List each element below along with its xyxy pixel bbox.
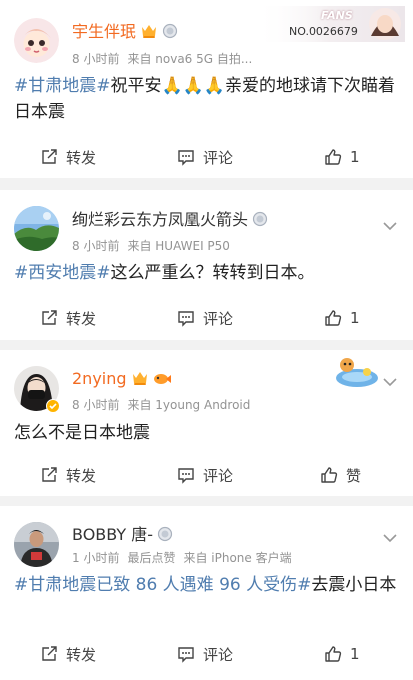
fans-label: FANS: [321, 9, 353, 22]
comment-icon: [178, 468, 194, 484]
comment-icon: [178, 150, 194, 166]
like-count: 1: [350, 148, 360, 166]
avatar[interactable]: [14, 206, 59, 251]
avatar[interactable]: [14, 522, 59, 567]
username-text[interactable]: 绚烂彩云东方凤凰火箭头: [72, 210, 248, 229]
post-card: BOBBY 唐- 1 小时前 最后点赞 来自 iPhone 客户端 #甘肃地震已致 …: [0, 506, 413, 680]
action-bar: 转发 评论 赞: [0, 463, 413, 487]
post-time: 8 小时前: [72, 52, 120, 66]
post-card: 2nying 8 小时前来自 1young Android 怎么不是日本地震: [0, 350, 413, 496]
repost-label: 转发: [66, 466, 97, 485]
post-last-like: 最后点赞: [127, 551, 176, 565]
sticker-decoration[interactable]: [333, 352, 379, 394]
username[interactable]: 绚烂彩云东方凤凰火箭头: [72, 210, 268, 232]
weibo-comment-feed: 宇生伴珉 8 小时前 来自 nova6 5G 自拍... FANS NO.002…: [0, 0, 413, 680]
like-icon: [321, 467, 338, 483]
post-source: 来自 iPhone 客户端: [183, 551, 292, 565]
like-count: 1: [350, 309, 360, 327]
comment-label: 评论: [203, 148, 234, 167]
vip-badge-icon: [131, 370, 149, 391]
post-text: 这么严重么？转转到日本。: [110, 263, 315, 283]
repost-icon: [42, 467, 57, 482]
username-text[interactable]: 2nying: [72, 369, 127, 388]
action-bar: 转发 评论 1: [0, 306, 413, 330]
avatar[interactable]: [14, 18, 59, 63]
username[interactable]: BOBBY 唐-: [72, 525, 173, 547]
fans-number: NO.0026679: [289, 25, 358, 38]
like-count: 1: [350, 645, 360, 663]
post-time: 8 小时前: [72, 239, 120, 253]
medal-icon: [157, 526, 173, 547]
like-icon: [325, 646, 342, 662]
like-label: 赞: [346, 466, 362, 485]
comment-icon: [178, 647, 194, 663]
username-text[interactable]: 宇生伴珉: [72, 22, 136, 41]
comment-icon: [178, 311, 194, 327]
topic-hashtag[interactable]: #西安地震#: [14, 263, 111, 283]
post-time: 8 小时前: [72, 398, 120, 412]
username-text[interactable]: BOBBY 唐-: [72, 525, 153, 544]
post-meta: 8 小时前 来自 nova6 5G 自拍...: [72, 51, 252, 67]
username[interactable]: 宇生伴珉: [72, 22, 178, 44]
comment-button[interactable]: 评论: [177, 642, 233, 666]
post-source: 来自 1young Android: [127, 398, 251, 412]
like-button[interactable]: 1: [324, 306, 360, 330]
comment-label: 评论: [203, 645, 234, 664]
comment-button[interactable]: 评论: [177, 463, 233, 487]
post-body: #甘肃地震#祝平安🙏🙏🙏亲爱的地球请下次瞄着日本震: [14, 73, 401, 125]
comment-button[interactable]: 评论: [177, 145, 233, 169]
post-card: 宇生伴珉 8 小时前 来自 nova6 5G 自拍... FANS NO.002…: [0, 0, 413, 178]
repost-button[interactable]: 转发: [40, 306, 96, 330]
comment-label: 评论: [203, 309, 234, 328]
topic-hashtag[interactable]: #甘肃地震#: [14, 76, 111, 96]
comment-label: 评论: [203, 466, 234, 485]
like-button[interactable]: 赞: [320, 463, 361, 487]
repost-label: 转发: [66, 309, 97, 328]
post-meta: 1 小时前 最后点赞 来自 iPhone 客户端: [72, 550, 292, 566]
chevron-down-icon[interactable]: [383, 216, 397, 235]
medal-icon: [162, 23, 178, 44]
topic-hashtag[interactable]: #甘肃地震已致 86 人遇难 96 人受伤#: [14, 575, 311, 595]
post-source: 来自 HUAWEI P50: [127, 239, 230, 253]
repost-button[interactable]: 转发: [40, 463, 96, 487]
repost-label: 转发: [66, 148, 97, 167]
post-body: #西安地震#这么严重么？转转到日本。: [14, 260, 401, 286]
chevron-down-icon[interactable]: [383, 372, 397, 391]
vip-badge-icon: [140, 23, 158, 44]
comment-button[interactable]: 评论: [177, 306, 233, 330]
repost-icon: [42, 149, 57, 164]
like-icon: [325, 149, 342, 165]
verified-badge-icon: [46, 398, 60, 417]
fans-card-decoration[interactable]: FANS NO.0026679: [255, 4, 405, 44]
post-meta: 8 小时前 来自 HUAWEI P50: [72, 238, 230, 254]
like-button[interactable]: 1: [324, 642, 360, 666]
post-body: #甘肃地震已致 86 人遇难 96 人受伤#去震小日本: [14, 572, 401, 598]
repost-button[interactable]: 转发: [40, 145, 96, 169]
repost-icon: [42, 310, 57, 325]
action-bar: 转发 评论 1: [0, 642, 413, 666]
like-icon: [325, 310, 342, 326]
repost-label: 转发: [66, 645, 97, 664]
fish-badge-icon: [153, 371, 171, 391]
post-card: 绚烂彩云东方凤凰火箭头 8 小时前 来自 HUAWEI P50 #西安地震#这么严…: [0, 190, 413, 340]
post-body: 怎么不是日本地震: [14, 420, 401, 446]
repost-button[interactable]: 转发: [40, 642, 96, 666]
post-text: 去震小日本: [311, 575, 397, 595]
medal-icon: [252, 211, 268, 232]
chevron-down-icon[interactable]: [383, 528, 397, 547]
username[interactable]: 2nying: [72, 369, 171, 391]
action-bar: 转发 评论 1: [0, 145, 413, 169]
like-button[interactable]: 1: [324, 145, 360, 169]
post-meta: 8 小时前 来自 1young Android: [72, 397, 250, 413]
post-time: 1 小时前: [72, 551, 120, 565]
post-text: 怎么不是日本地震: [14, 423, 150, 443]
post-source: 来自 nova6 5G 自拍...: [127, 52, 253, 66]
repost-icon: [42, 646, 57, 661]
